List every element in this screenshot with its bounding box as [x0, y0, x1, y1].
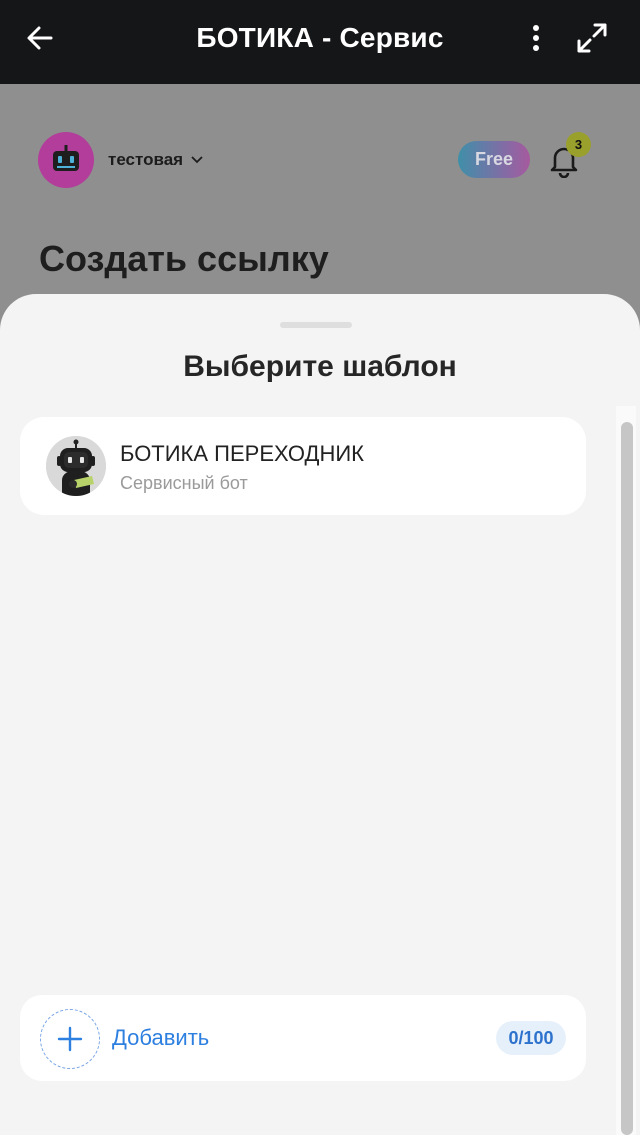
sheet-drag-handle[interactable]: [280, 322, 352, 328]
templates-counter-badge: 0/100: [496, 1021, 566, 1055]
notifications-count-badge: 3: [566, 132, 591, 157]
template-subtitle: Сервисный бот: [120, 473, 248, 493]
profile-name: тестовая: [108, 150, 203, 170]
top-app-bar: БОТИКА - Сервис: [0, 0, 640, 84]
expand-button[interactable]: [572, 18, 612, 58]
template-item[interactable]: БОТИКА ПЕРЕХОДНИК Сервисный бот: [20, 417, 586, 515]
add-label[interactable]: Добавить: [112, 1025, 209, 1051]
more-menu-button[interactable]: [520, 20, 552, 56]
chevron-down-icon: [191, 156, 203, 164]
sheet-title: Выберите шаблон: [183, 350, 457, 383]
add-template-bar[interactable]: Добавить 0/100: [20, 995, 586, 1081]
bot-avatar: [46, 436, 106, 496]
add-button[interactable]: [40, 1009, 100, 1069]
profile-switcher[interactable]: тестовая: [38, 132, 203, 188]
avatar: [38, 132, 94, 188]
template-name: БОТИКА ПЕРЕХОДНИК: [120, 441, 364, 466]
robot-icon: [53, 145, 79, 171]
robot-avatar-icon: [46, 436, 106, 496]
scrollbar-thumb[interactable]: [621, 422, 633, 1135]
expand-icon: [577, 23, 607, 53]
template-picker-sheet: Выберите шаблон БОТИКА ПЕРЕХОДНИК Сервис…: [0, 294, 640, 1135]
profile-name-label: тестовая: [108, 150, 184, 169]
plan-badge[interactable]: Free: [458, 141, 530, 178]
plus-icon: [57, 1026, 83, 1052]
more-vertical-icon: [533, 25, 539, 51]
page-title: Создать ссылку: [39, 238, 329, 279]
